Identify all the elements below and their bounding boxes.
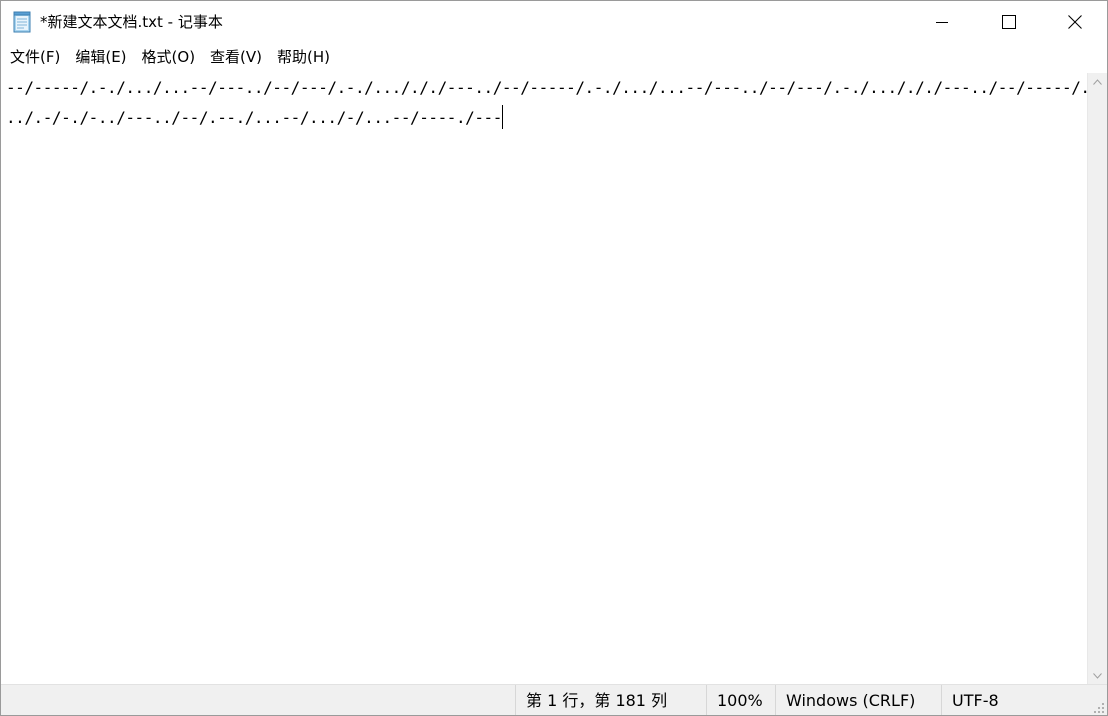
chevron-down-icon: [1093, 672, 1102, 679]
resize-grip-icon[interactable]: [1093, 702, 1105, 714]
text-editor[interactable]: --/-----/.-./.../...--/---../--/---/.-./…: [1, 73, 1087, 684]
status-bar: 第 1 行，第 181 列 100% Windows (CRLF) UTF-8: [1, 684, 1107, 715]
editor-line: --/-----/.-./.../...--/---../--/---/.-./…: [6, 78, 1087, 97]
editor-line: ../.-/-./-../---../--/.--./...--/.../-/.…: [6, 103, 1087, 133]
notepad-icon: [13, 11, 31, 33]
menu-file[interactable]: 文件(F): [3, 44, 67, 70]
menu-help[interactable]: 帮助(H): [270, 44, 337, 70]
editor-line-text: ../.-/-./-../---../--/.--./...--/.../-/.…: [6, 108, 502, 127]
minimize-icon: [936, 22, 948, 23]
menu-format[interactable]: 格式(O): [135, 44, 203, 70]
minimize-button[interactable]: [909, 1, 975, 43]
line-ending: Windows (CRLF): [775, 685, 941, 715]
title-bar[interactable]: *新建文本文档.txt - 记事本: [1, 1, 1107, 43]
maximize-icon: [1002, 15, 1016, 29]
zoom-level: 100%: [706, 685, 775, 715]
menu-view[interactable]: 查看(V): [203, 44, 269, 70]
menu-bar: 文件(F) 编辑(E) 格式(O) 查看(V) 帮助(H): [1, 43, 1107, 71]
vertical-scrollbar[interactable]: [1087, 73, 1107, 684]
text-caret: [501, 105, 503, 129]
encoding: UTF-8: [941, 685, 1107, 715]
notepad-window: *新建文本文档.txt - 记事本 文件(F) 编辑(E) 格式(O) 查看(V…: [0, 0, 1108, 716]
close-icon: [1068, 15, 1082, 29]
close-button[interactable]: [1042, 1, 1107, 43]
window-title: *新建文本文档.txt - 记事本: [40, 13, 223, 31]
cursor-position: 第 1 行，第 181 列: [515, 685, 706, 715]
maximize-button[interactable]: [976, 1, 1042, 43]
scroll-down-button[interactable]: [1088, 667, 1107, 684]
chevron-up-icon: [1093, 78, 1102, 85]
scroll-up-button[interactable]: [1088, 73, 1107, 90]
menu-edit[interactable]: 编辑(E): [68, 44, 133, 70]
